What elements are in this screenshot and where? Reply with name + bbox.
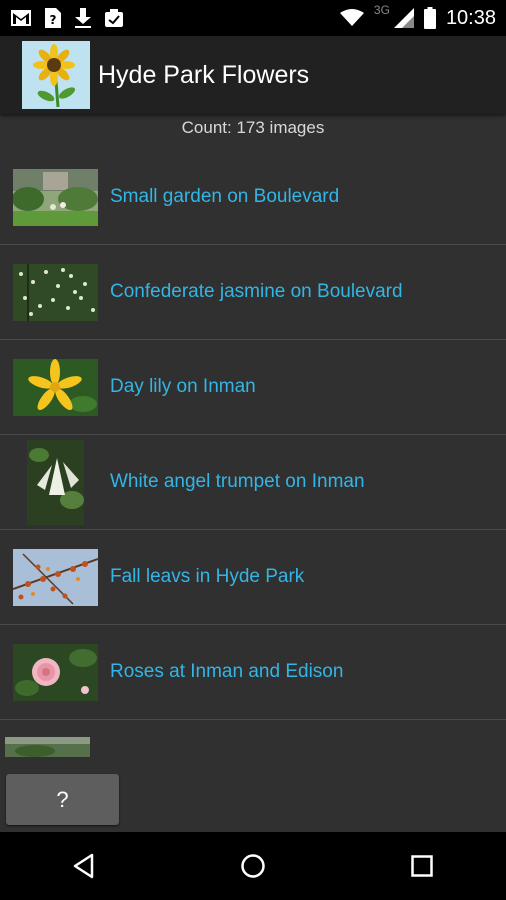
recents-icon[interactable] — [392, 841, 452, 891]
clock: 10:38 — [445, 6, 496, 29]
jasmine-thumbnail — [12, 263, 98, 321]
flower-list: Small garden on Boulevard Confederate ja… — [0, 150, 506, 720]
item-label: Day lily on Inman — [110, 376, 256, 397]
angel-trumpet-thumbnail — [26, 439, 84, 525]
list-item[interactable]: Day lily on Inman — [0, 340, 506, 435]
navigation-bar — [0, 832, 506, 900]
partial-thumbnail — [5, 737, 90, 757]
gmail-icon — [10, 9, 32, 27]
item-label: Small garden on Boulevard — [110, 186, 340, 207]
item-label: Roses at Inman and Edison — [110, 661, 344, 682]
garden-thumbnail — [12, 168, 98, 226]
home-icon[interactable] — [223, 841, 283, 891]
item-label: Confederate jasmine on Boulevard — [110, 281, 403, 302]
battery-icon — [423, 7, 436, 29]
item-label: Fall leavs in Hyde Park — [110, 566, 305, 587]
list-item[interactable]: Small garden on Boulevard — [0, 150, 506, 245]
sunflower-icon[interactable] — [22, 41, 90, 109]
list-item[interactable]: White angel trumpet on Inman — [0, 435, 506, 530]
sim-question-icon: ? — [44, 7, 62, 29]
network-type: 3G — [373, 3, 390, 17]
status-bar: ? 3G 10:38 — [0, 0, 506, 36]
download-icon — [74, 7, 92, 29]
wifi-icon — [339, 9, 364, 27]
signal-icon — [393, 8, 414, 28]
list-item[interactable]: Roses at Inman and Edison — [0, 625, 506, 720]
image-count: Count: 173 images — [181, 118, 325, 137]
action-bar: Hyde Park Flowers — [0, 36, 506, 114]
item-label: White angel trumpet on Inman — [110, 471, 365, 492]
roses-thumbnail — [12, 643, 98, 701]
app-title: Hyde Park Flowers — [98, 60, 310, 89]
svg-text:?: ? — [50, 13, 57, 27]
back-icon[interactable] — [54, 841, 114, 891]
help-button[interactable]: ? — [6, 774, 119, 825]
fall-leaves-thumbnail — [12, 548, 98, 606]
list-item[interactable]: Fall leavs in Hyde Park — [0, 530, 506, 625]
clipboard-check-icon — [104, 8, 124, 28]
list-item[interactable]: Confederate jasmine on Boulevard — [0, 245, 506, 340]
day-lily-thumbnail — [12, 358, 98, 416]
